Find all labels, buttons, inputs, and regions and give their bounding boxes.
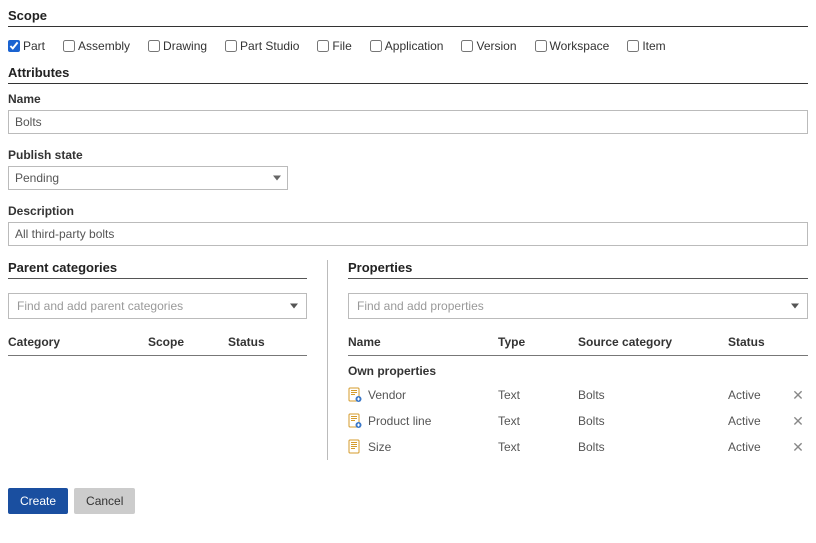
properties-combo[interactable]: Find and add properties <box>348 293 808 319</box>
scope-checkbox[interactable] <box>148 40 160 52</box>
property-name-cell: Size <box>348 439 498 455</box>
scope-option-workspace[interactable]: Workspace <box>535 39 610 53</box>
property-source: Bolts <box>578 440 728 454</box>
scope-option-label: Application <box>385 39 444 53</box>
publish-state-select[interactable]: Pending <box>8 166 288 190</box>
properties-header-source: Source category <box>578 335 728 349</box>
scope-checkbox[interactable] <box>63 40 75 52</box>
property-name-cell: Product line <box>348 413 498 429</box>
remove-property-icon[interactable]: ✕ <box>792 439 804 455</box>
scope-option-label: Workspace <box>550 39 610 53</box>
chevron-down-icon <box>273 176 281 181</box>
property-doc-icon <box>348 439 362 455</box>
properties-header-status: Status <box>728 335 788 349</box>
name-input[interactable] <box>8 110 808 134</box>
properties-header-type: Type <box>498 335 578 349</box>
chevron-down-icon <box>290 304 298 309</box>
properties-placeholder: Find and add properties <box>357 299 484 313</box>
property-source: Bolts <box>578 414 728 428</box>
parent-header-status: Status <box>228 335 307 349</box>
remove-property-icon[interactable]: ✕ <box>792 387 804 403</box>
property-source: Bolts <box>578 388 728 402</box>
scope-option-part-studio[interactable]: Part Studio <box>225 39 299 53</box>
scope-option-drawing[interactable]: Drawing <box>148 39 207 53</box>
cancel-button[interactable]: Cancel <box>74 488 135 514</box>
parent-table-header: Category Scope Status <box>8 335 307 356</box>
properties-header-name: Name <box>348 335 498 349</box>
scope-options: Part Assembly Drawing Part Studio File Applic… <box>8 35 808 65</box>
scope-option-version[interactable]: Version <box>461 39 516 53</box>
publish-state-label: Publish state <box>8 148 808 162</box>
name-label: Name <box>8 92 808 106</box>
properties-table-header: Name Type Source category Status <box>348 335 808 356</box>
scope-option-file[interactable]: File <box>317 39 351 53</box>
scope-checkbox[interactable] <box>627 40 639 52</box>
properties-title: Properties <box>348 260 808 279</box>
description-label: Description <box>8 204 808 218</box>
scope-title: Scope <box>8 8 808 27</box>
scope-option-label: Assembly <box>78 39 130 53</box>
parent-categories-placeholder: Find and add parent categories <box>17 299 183 313</box>
property-name: Vendor <box>368 388 406 402</box>
property-type: Text <box>498 388 578 402</box>
scope-option-label: Drawing <box>163 39 207 53</box>
column-divider <box>327 260 328 460</box>
scope-option-item[interactable]: Item <box>627 39 665 53</box>
description-input[interactable] <box>8 222 808 246</box>
scope-option-label: Part <box>23 39 45 53</box>
scope-option-application[interactable]: Application <box>370 39 444 53</box>
property-status: Active <box>728 414 788 428</box>
parent-categories-combo[interactable]: Find and add parent categories <box>8 293 307 319</box>
own-properties-label: Own properties <box>348 356 808 382</box>
chevron-down-icon <box>791 304 799 309</box>
parent-header-category: Category <box>8 335 148 349</box>
property-doc-icon <box>348 413 362 429</box>
publish-state-value: Pending <box>15 171 59 185</box>
property-type: Text <box>498 414 578 428</box>
scope-option-label: Part Studio <box>240 39 299 53</box>
scope-option-assembly[interactable]: Assembly <box>63 39 130 53</box>
property-name: Size <box>368 440 391 454</box>
scope-option-label: File <box>332 39 351 53</box>
scope-checkbox[interactable] <box>535 40 547 52</box>
property-status: Active <box>728 440 788 454</box>
scope-checkbox[interactable] <box>461 40 473 52</box>
scope-checkbox[interactable] <box>317 40 329 52</box>
property-type: Text <box>498 440 578 454</box>
create-button[interactable]: Create <box>8 488 68 514</box>
property-name-cell: Vendor <box>348 387 498 403</box>
property-name: Product line <box>368 414 431 428</box>
remove-property-icon[interactable]: ✕ <box>792 413 804 429</box>
scope-checkbox[interactable] <box>370 40 382 52</box>
scope-option-part[interactable]: Part <box>8 39 45 53</box>
scope-checkbox[interactable] <box>225 40 237 52</box>
scope-option-label: Item <box>642 39 665 53</box>
attributes-title: Attributes <box>8 65 808 84</box>
property-row: Size TextBoltsActive ✕ <box>348 434 808 460</box>
scope-option-label: Version <box>476 39 516 53</box>
parent-categories-title: Parent categories <box>8 260 307 279</box>
property-doc-icon <box>348 387 362 403</box>
property-status: Active <box>728 388 788 402</box>
scope-checkbox[interactable] <box>8 40 20 52</box>
property-row: Product line TextBoltsActive ✕ <box>348 408 808 434</box>
parent-header-scope: Scope <box>148 335 228 349</box>
footer-buttons: Create Cancel <box>8 488 808 514</box>
property-row: Vendor TextBoltsActive ✕ <box>348 382 808 408</box>
